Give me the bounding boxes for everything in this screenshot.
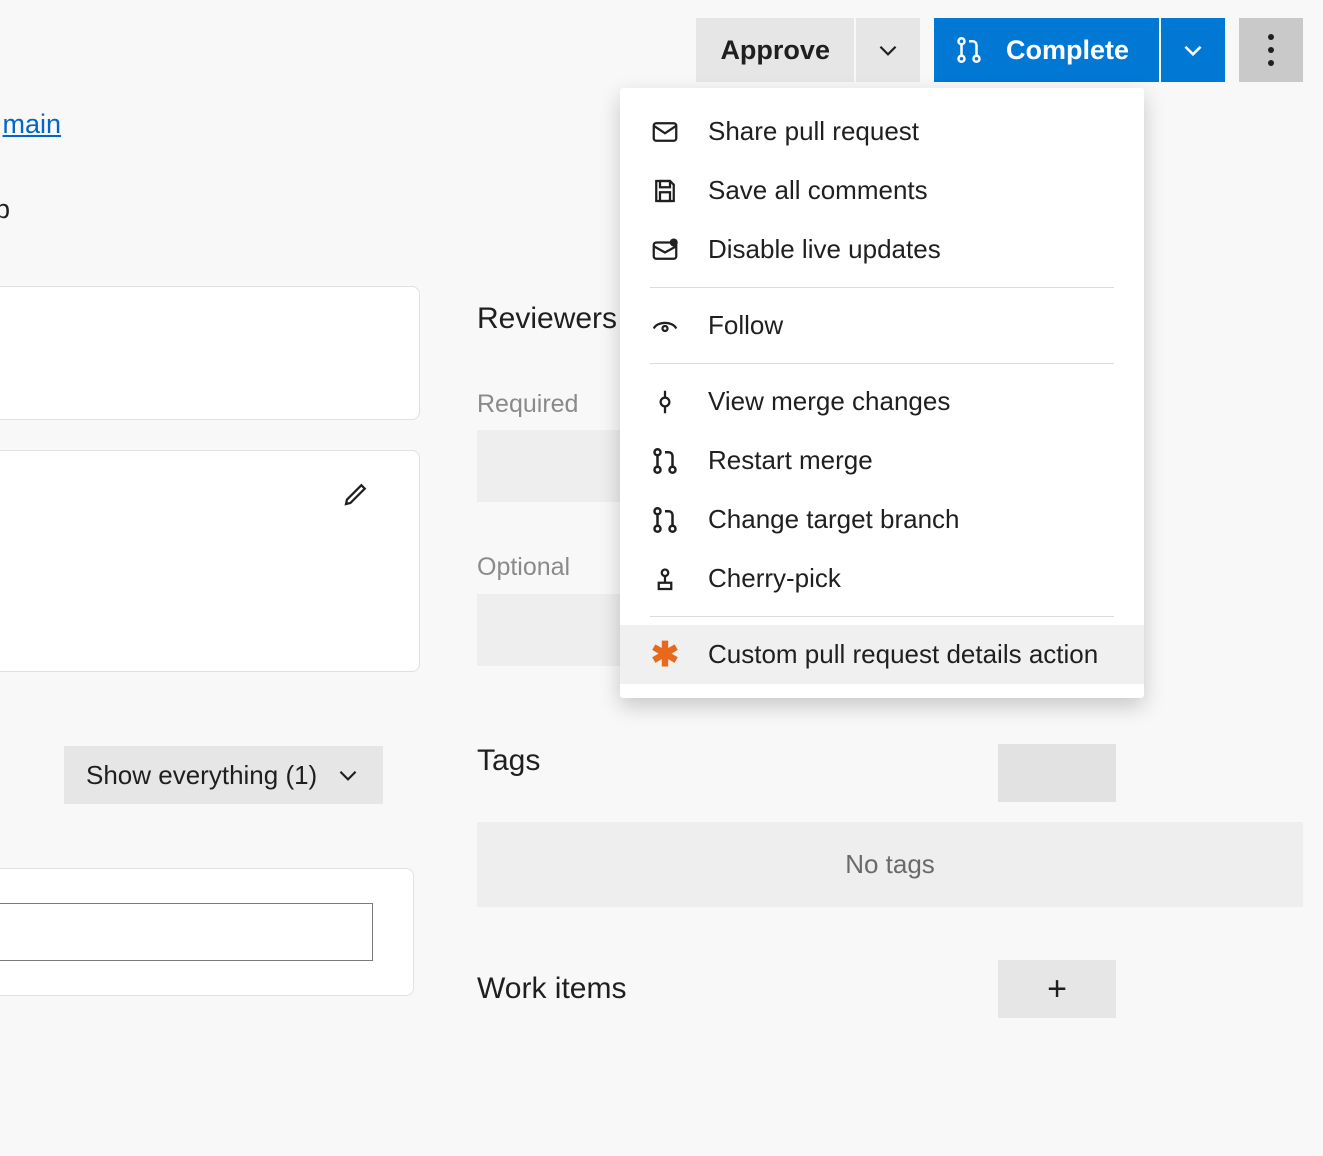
menu-save-comments[interactable]: Save all comments xyxy=(620,161,1144,220)
branch-icon xyxy=(650,446,680,476)
mail-icon xyxy=(650,117,680,147)
complete-dropdown[interactable] xyxy=(1161,18,1225,82)
tab-fragment: ab xyxy=(0,194,10,225)
live-updates-icon xyxy=(650,235,680,265)
more-actions-button[interactable] xyxy=(1239,18,1303,82)
tags-heading: Tags xyxy=(477,744,540,778)
chevron-down-icon xyxy=(875,37,901,63)
add-workitem-button[interactable]: + xyxy=(998,960,1116,1018)
target-branch-breadcrumb: o main xyxy=(0,109,61,140)
filter-label: Show everything (1) xyxy=(86,760,317,791)
eye-icon xyxy=(650,311,680,341)
approve-dropdown[interactable] xyxy=(856,18,920,82)
asterisk-icon: ✱ xyxy=(650,640,680,670)
menu-custom-action[interactable]: ✱ Custom pull request details action xyxy=(620,625,1144,684)
complete-split-button: Complete xyxy=(934,18,1225,82)
menu-cherry-pick[interactable]: Cherry-pick xyxy=(620,549,1144,608)
menu-separator xyxy=(650,287,1114,288)
menu-view-merge[interactable]: View merge changes xyxy=(620,372,1144,431)
no-tags-label: No tags xyxy=(845,849,935,880)
required-label: Required xyxy=(477,390,578,419)
ellipsis-vertical-icon xyxy=(1268,34,1274,66)
comment-input-card xyxy=(0,868,414,996)
plus-icon: + xyxy=(1047,970,1067,1009)
edit-button[interactable] xyxy=(341,479,371,509)
complete-label: Complete xyxy=(1006,35,1129,66)
menu-restart-merge[interactable]: Restart merge xyxy=(620,431,1144,490)
approve-split-button: Approve xyxy=(696,18,920,82)
pull-request-icon xyxy=(954,35,984,65)
branch-icon xyxy=(650,505,680,535)
menu-label: View merge changes xyxy=(708,386,950,417)
menu-share-pr[interactable]: Share pull request xyxy=(620,102,1144,161)
menu-disable-live[interactable]: Disable live updates xyxy=(620,220,1144,279)
pr-action-bar: Approve Complete xyxy=(696,18,1323,82)
more-actions-menu: Share pull request Save all comments Dis… xyxy=(620,88,1144,698)
comments-filter-button[interactable]: Show everything (1) xyxy=(64,746,383,804)
menu-label: Disable live updates xyxy=(708,234,941,265)
menu-separator xyxy=(650,616,1114,617)
menu-label: Custom pull request details action xyxy=(708,639,1098,670)
menu-change-target[interactable]: Change target branch xyxy=(620,490,1144,549)
description-card xyxy=(0,286,420,420)
menu-follow[interactable]: Follow xyxy=(620,296,1144,355)
complete-button[interactable]: Complete xyxy=(934,18,1159,82)
required-reviewer-slot[interactable] xyxy=(477,430,637,502)
save-icon xyxy=(650,176,680,206)
menu-label: Follow xyxy=(708,310,783,341)
menu-label: Cherry-pick xyxy=(708,563,841,594)
optional-label: Optional xyxy=(477,553,570,582)
menu-separator xyxy=(650,363,1114,364)
approve-button[interactable]: Approve xyxy=(696,18,854,82)
reviewers-heading: Reviewers xyxy=(477,302,617,336)
commit-icon xyxy=(650,387,680,417)
chevron-down-icon xyxy=(1180,37,1206,63)
menu-label: Share pull request xyxy=(708,116,919,147)
approve-label: Approve xyxy=(720,35,830,66)
chevron-down-icon xyxy=(335,762,361,788)
tags-empty-state[interactable]: No tags xyxy=(477,822,1303,907)
menu-label: Restart merge xyxy=(708,445,873,476)
optional-reviewer-slot[interactable] xyxy=(477,594,637,666)
branch-link-main[interactable]: main xyxy=(3,109,62,139)
add-tag-button-stub[interactable] xyxy=(998,744,1116,802)
comment-input[interactable] xyxy=(0,903,373,961)
workitems-heading: Work items xyxy=(477,972,626,1006)
cherry-pick-icon xyxy=(650,564,680,594)
menu-label: Save all comments xyxy=(708,175,928,206)
menu-label: Change target branch xyxy=(708,504,960,535)
comment-card xyxy=(0,450,420,672)
